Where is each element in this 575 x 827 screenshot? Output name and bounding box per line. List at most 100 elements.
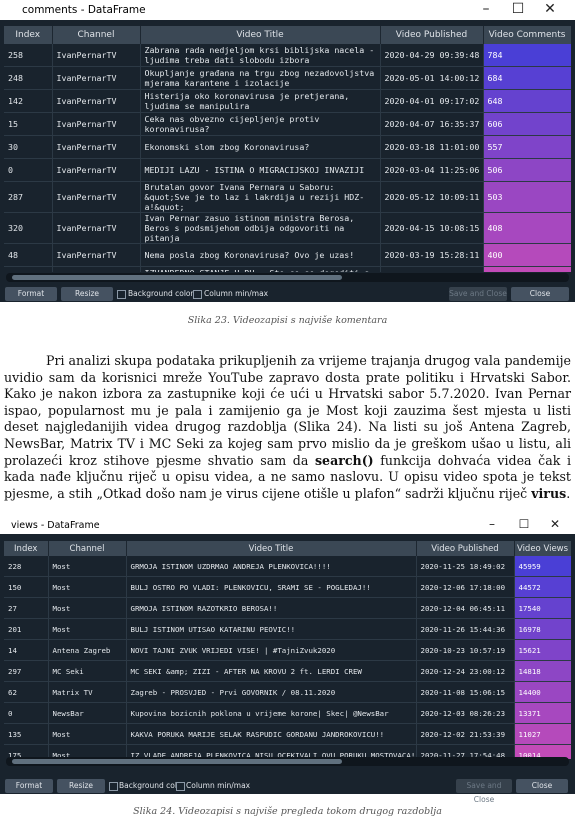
cell-title[interactable]: Zagreb - PROSVJED - Prvi GOVORNIK / 08.1… (126, 681, 417, 703)
cell-index[interactable]: 0 (4, 158, 53, 182)
cell-index[interactable]: 48 (4, 243, 53, 267)
cell-title[interactable]: MC SEKI &amp; ZIZI - AFTER NA KROVU 2 ft… (126, 660, 417, 682)
cell-channel[interactable]: IvanPernarTV (52, 66, 141, 90)
cell-value[interactable]: 17540 (514, 597, 571, 619)
cell-published[interactable]: 2020-11-25 18:49:02 (416, 556, 515, 577)
cell-channel[interactable]: IvanPernarTV (52, 266, 141, 272)
cell-channel[interactable]: NewsBar (48, 702, 127, 724)
cell-title[interactable]: GRMOJA ISTINOM UZDRMAO ANDREJA PLENKOVIC… (126, 556, 417, 577)
cell-channel[interactable]: IvanPernarTV (52, 181, 141, 213)
background-color-checkbox[interactable] (109, 782, 118, 791)
cell-published[interactable]: 2020-04-29 09:39:48 (380, 44, 484, 67)
table-row[interactable]: 150 Most BULJ OSTRO PO VLADI: PLENKOVICU, … (4, 576, 571, 598)
cell-value[interactable]: 44572 (514, 576, 571, 598)
cell-title[interactable]: MEDIJI LAZU - ISTINA O MIGRACIJSKOJ INVA… (140, 158, 381, 182)
cell-title[interactable]: Histerija oko koronavirusa je pretjerana… (140, 89, 381, 113)
table-row[interactable]: 135 Most KAKVA PORUKA MARIJE SELAK RASPUDI… (4, 723, 571, 745)
dataframe-table[interactable]: Index Channel Video Title Video Published Vi… (4, 26, 571, 272)
column-header-title[interactable]: Video Title (126, 541, 417, 556)
table-row[interactable]: 248 IvanPernarTV Okupljanje građana na trg… (4, 66, 571, 90)
close-icon[interactable]: ✕ (545, 517, 565, 531)
column-minmax-checkbox[interactable] (193, 290, 202, 299)
cell-value[interactable]: 557 (483, 135, 571, 159)
column-header-index[interactable]: Index (4, 26, 53, 44)
cell-value[interactable]: 648 (483, 89, 571, 113)
cell-index[interactable]: 287 (4, 181, 53, 213)
close-button[interactable]: Close (511, 287, 569, 301)
cell-channel[interactable]: Most (48, 597, 127, 619)
column-header-title[interactable]: Video Title (140, 26, 381, 44)
cell-title[interactable]: Ivan Pernar zasuo istinom ministra Beros… (140, 212, 381, 244)
column-header-published[interactable]: Video Published (416, 541, 515, 556)
cell-title[interactable]: BULJ ISTINOM UTISAO KATARINU PEOVIC!! (126, 618, 417, 640)
cell-published[interactable]: 2020-12-24 23:00:12 (416, 660, 515, 682)
cell-index[interactable]: 14 (4, 639, 49, 661)
column-header-published[interactable]: Video Published (380, 26, 484, 44)
table-row[interactable]: 86IvanPernarTVIZVANREDNO STANJE U RH - S… (4, 266, 571, 272)
cell-value[interactable]: 606 (483, 112, 571, 136)
scrollbar-handle[interactable] (12, 275, 342, 280)
cell-title[interactable]: BULJ OSTRO PO VLADI: PLENKOVICU, SRAMI S… (126, 576, 417, 598)
cell-value[interactable]: 13371 (514, 702, 571, 724)
cell-index[interactable]: 201 (4, 618, 49, 640)
cell-channel[interactable]: IvanPernarTV (52, 44, 141, 67)
cell-channel[interactable]: Antena Zagreb (48, 639, 127, 661)
column-header-value[interactable]: Video Comments (483, 26, 571, 44)
cell-value[interactable]: 506 (483, 158, 571, 182)
cell-published[interactable]: 2020-04-01 09:17:02 (380, 89, 484, 113)
cell-title[interactable]: Kupovina bozicnih poklona u vrijeme koro… (126, 702, 417, 724)
cell-published[interactable]: 2020-04-15 10:08:15 (380, 212, 484, 244)
cell-channel[interactable]: IvanPernarTV (52, 243, 141, 267)
cell-channel[interactable]: MC Seki (48, 660, 127, 682)
cell-channel[interactable]: Most (48, 723, 127, 745)
table-row[interactable]: 14 Antena Zagreb NOVI TAJNI ZVUK VRIJEDI V… (4, 639, 571, 661)
cell-published[interactable]: 2020-05-01 14:00:12 (380, 66, 484, 90)
cell-index[interactable]: 142 (4, 89, 53, 113)
cell-published[interactable]: 2020-12-03 08:26:23 (416, 702, 515, 724)
format-button[interactable]: Format (5, 287, 57, 301)
table-row[interactable]: 297 MC Seki MC SEKI &amp; ZIZI - AFTER NA … (4, 660, 571, 682)
cell-published[interactable]: 2020-04-07 16:35:37 (380, 112, 484, 136)
cell-value[interactable]: 784 (483, 44, 571, 67)
cell-value[interactable]: 408 (483, 212, 571, 244)
table-row[interactable]: 30 IvanPernarTV Ekonomski slom zbog Korona… (4, 135, 571, 159)
table-row[interactable]: 48 IvanPernarTV Nema posla zbog Koronaviru… (4, 243, 571, 267)
maximize-icon[interactable]: ☐ (508, 1, 528, 17)
cell-title[interactable]: Ekonomski slom zbog Koronavirusa? (140, 135, 381, 159)
cell-index[interactable]: 228 (4, 556, 49, 577)
cell-published[interactable]: 2020-10-23 10:57:19 (416, 639, 515, 661)
cell-index[interactable]: 0 (4, 702, 49, 724)
cell-title[interactable]: GRMOJA ISTINOM RAZOTKRIO BEROSA!! (126, 597, 417, 619)
dataframe-table[interactable]: Index Channel Video Title Video Published Vi… (4, 541, 571, 759)
cell-value[interactable]: 684 (483, 66, 571, 90)
table-row[interactable]: 228 Most GRMOJA ISTINOM UZDRMAO ANDREJA PL… (4, 556, 571, 577)
minimize-icon[interactable]: – (482, 517, 502, 531)
cell-channel[interactable]: Most (48, 618, 127, 640)
cell-value[interactable]: 400 (483, 243, 571, 267)
cell-index[interactable]: 150 (4, 576, 49, 598)
cell-title[interactable]: Okupljanje građana na trgu zbog nezadovo… (140, 66, 381, 90)
cell-published[interactable]: 2020-03-19 08:00:10 (380, 266, 484, 272)
save-and-close-button[interactable]: Save and Close (449, 287, 507, 301)
cell-value[interactable]: 16978 (514, 618, 571, 640)
cell-value[interactable]: 11027 (514, 723, 571, 745)
cell-value[interactable]: 15621 (514, 639, 571, 661)
cell-channel[interactable]: IvanPernarTV (52, 89, 141, 113)
resize-button[interactable]: Resize (57, 779, 105, 793)
column-header-value[interactable]: Video Views (514, 541, 571, 556)
cell-index[interactable]: 15 (4, 112, 53, 136)
cell-title[interactable]: Ceka nas obvezno cijepljenje protiv koro… (140, 112, 381, 136)
column-header-index[interactable]: Index (4, 541, 49, 556)
cell-title[interactable]: Nema posla zbog Koronavirusa? Ovo je uza… (140, 243, 381, 267)
cell-index[interactable]: 86 (4, 266, 53, 272)
format-button[interactable]: Format (5, 779, 53, 793)
cell-published[interactable]: 2020-12-06 17:18:00 (416, 576, 515, 598)
cell-index[interactable]: 248 (4, 66, 53, 90)
cell-published[interactable]: 2020-03-18 11:01:00 (380, 135, 484, 159)
cell-index[interactable]: 27 (4, 597, 49, 619)
cell-value[interactable]: 503 (483, 181, 571, 213)
table-row[interactable]: 0 NewsBar Kupovina bozicnih poklona u vrij… (4, 702, 571, 724)
save-and-close-button[interactable]: Save and Close (456, 779, 512, 804)
close-icon[interactable]: ✕ (540, 1, 560, 17)
table-row[interactable]: 27 Most GRMOJA ISTINOM RAZOTKRIO BEROSA!! 2… (4, 597, 571, 619)
